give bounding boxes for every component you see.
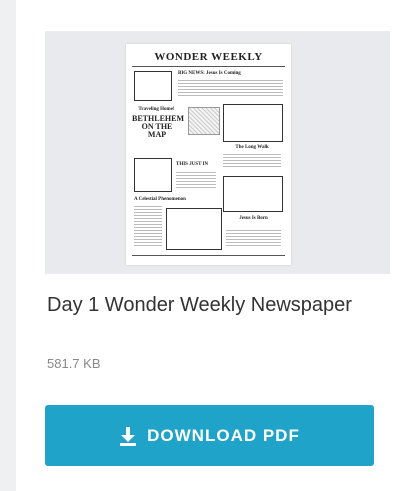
article-text (226, 230, 281, 248)
article-text (134, 206, 162, 246)
headline-3: BETHLEHEM ON THE MAP (132, 114, 185, 139)
headline-7: Jesus Is Born (239, 216, 268, 221)
headline-2: Traveling Home! (138, 107, 175, 112)
article-text (178, 80, 283, 98)
headline-6: A Celestial Phenomenon (134, 197, 186, 202)
resource-thumbnail[interactable]: WONDER WEEKLY BIG NEWS: Jesus Is Coming … (45, 31, 390, 274)
newspaper-masthead: WONDER WEEKLY (154, 51, 263, 63)
resource-card: WONDER WEEKLY BIG NEWS: Jesus Is Coming … (16, 0, 399, 491)
map-image (188, 107, 220, 135)
footer-rule (132, 255, 285, 256)
headline-1: BIG NEWS: Jesus Is Coming (178, 71, 241, 76)
file-size: 581.7 KB (47, 356, 101, 371)
drawing-box (134, 71, 172, 101)
article-text (223, 154, 281, 168)
headline-4: The Long Walk (235, 145, 269, 150)
masthead-rule (132, 66, 285, 67)
article-text (176, 172, 216, 188)
newspaper-preview: WONDER WEEKLY BIG NEWS: Jesus Is Coming … (126, 44, 291, 265)
download-button-label: DOWNLOAD PDF (147, 425, 300, 445)
drawing-box (223, 176, 283, 212)
download-pdf-button[interactable]: DOWNLOAD PDF (45, 405, 374, 466)
drawing-box (166, 208, 222, 250)
download-icon (120, 426, 137, 446)
drawing-box (134, 158, 172, 192)
resource-title[interactable]: Day 1 Wonder Weekly Newspaper (47, 292, 377, 318)
drawing-box (223, 104, 283, 142)
headline-5: THIS JUST IN (176, 162, 209, 167)
